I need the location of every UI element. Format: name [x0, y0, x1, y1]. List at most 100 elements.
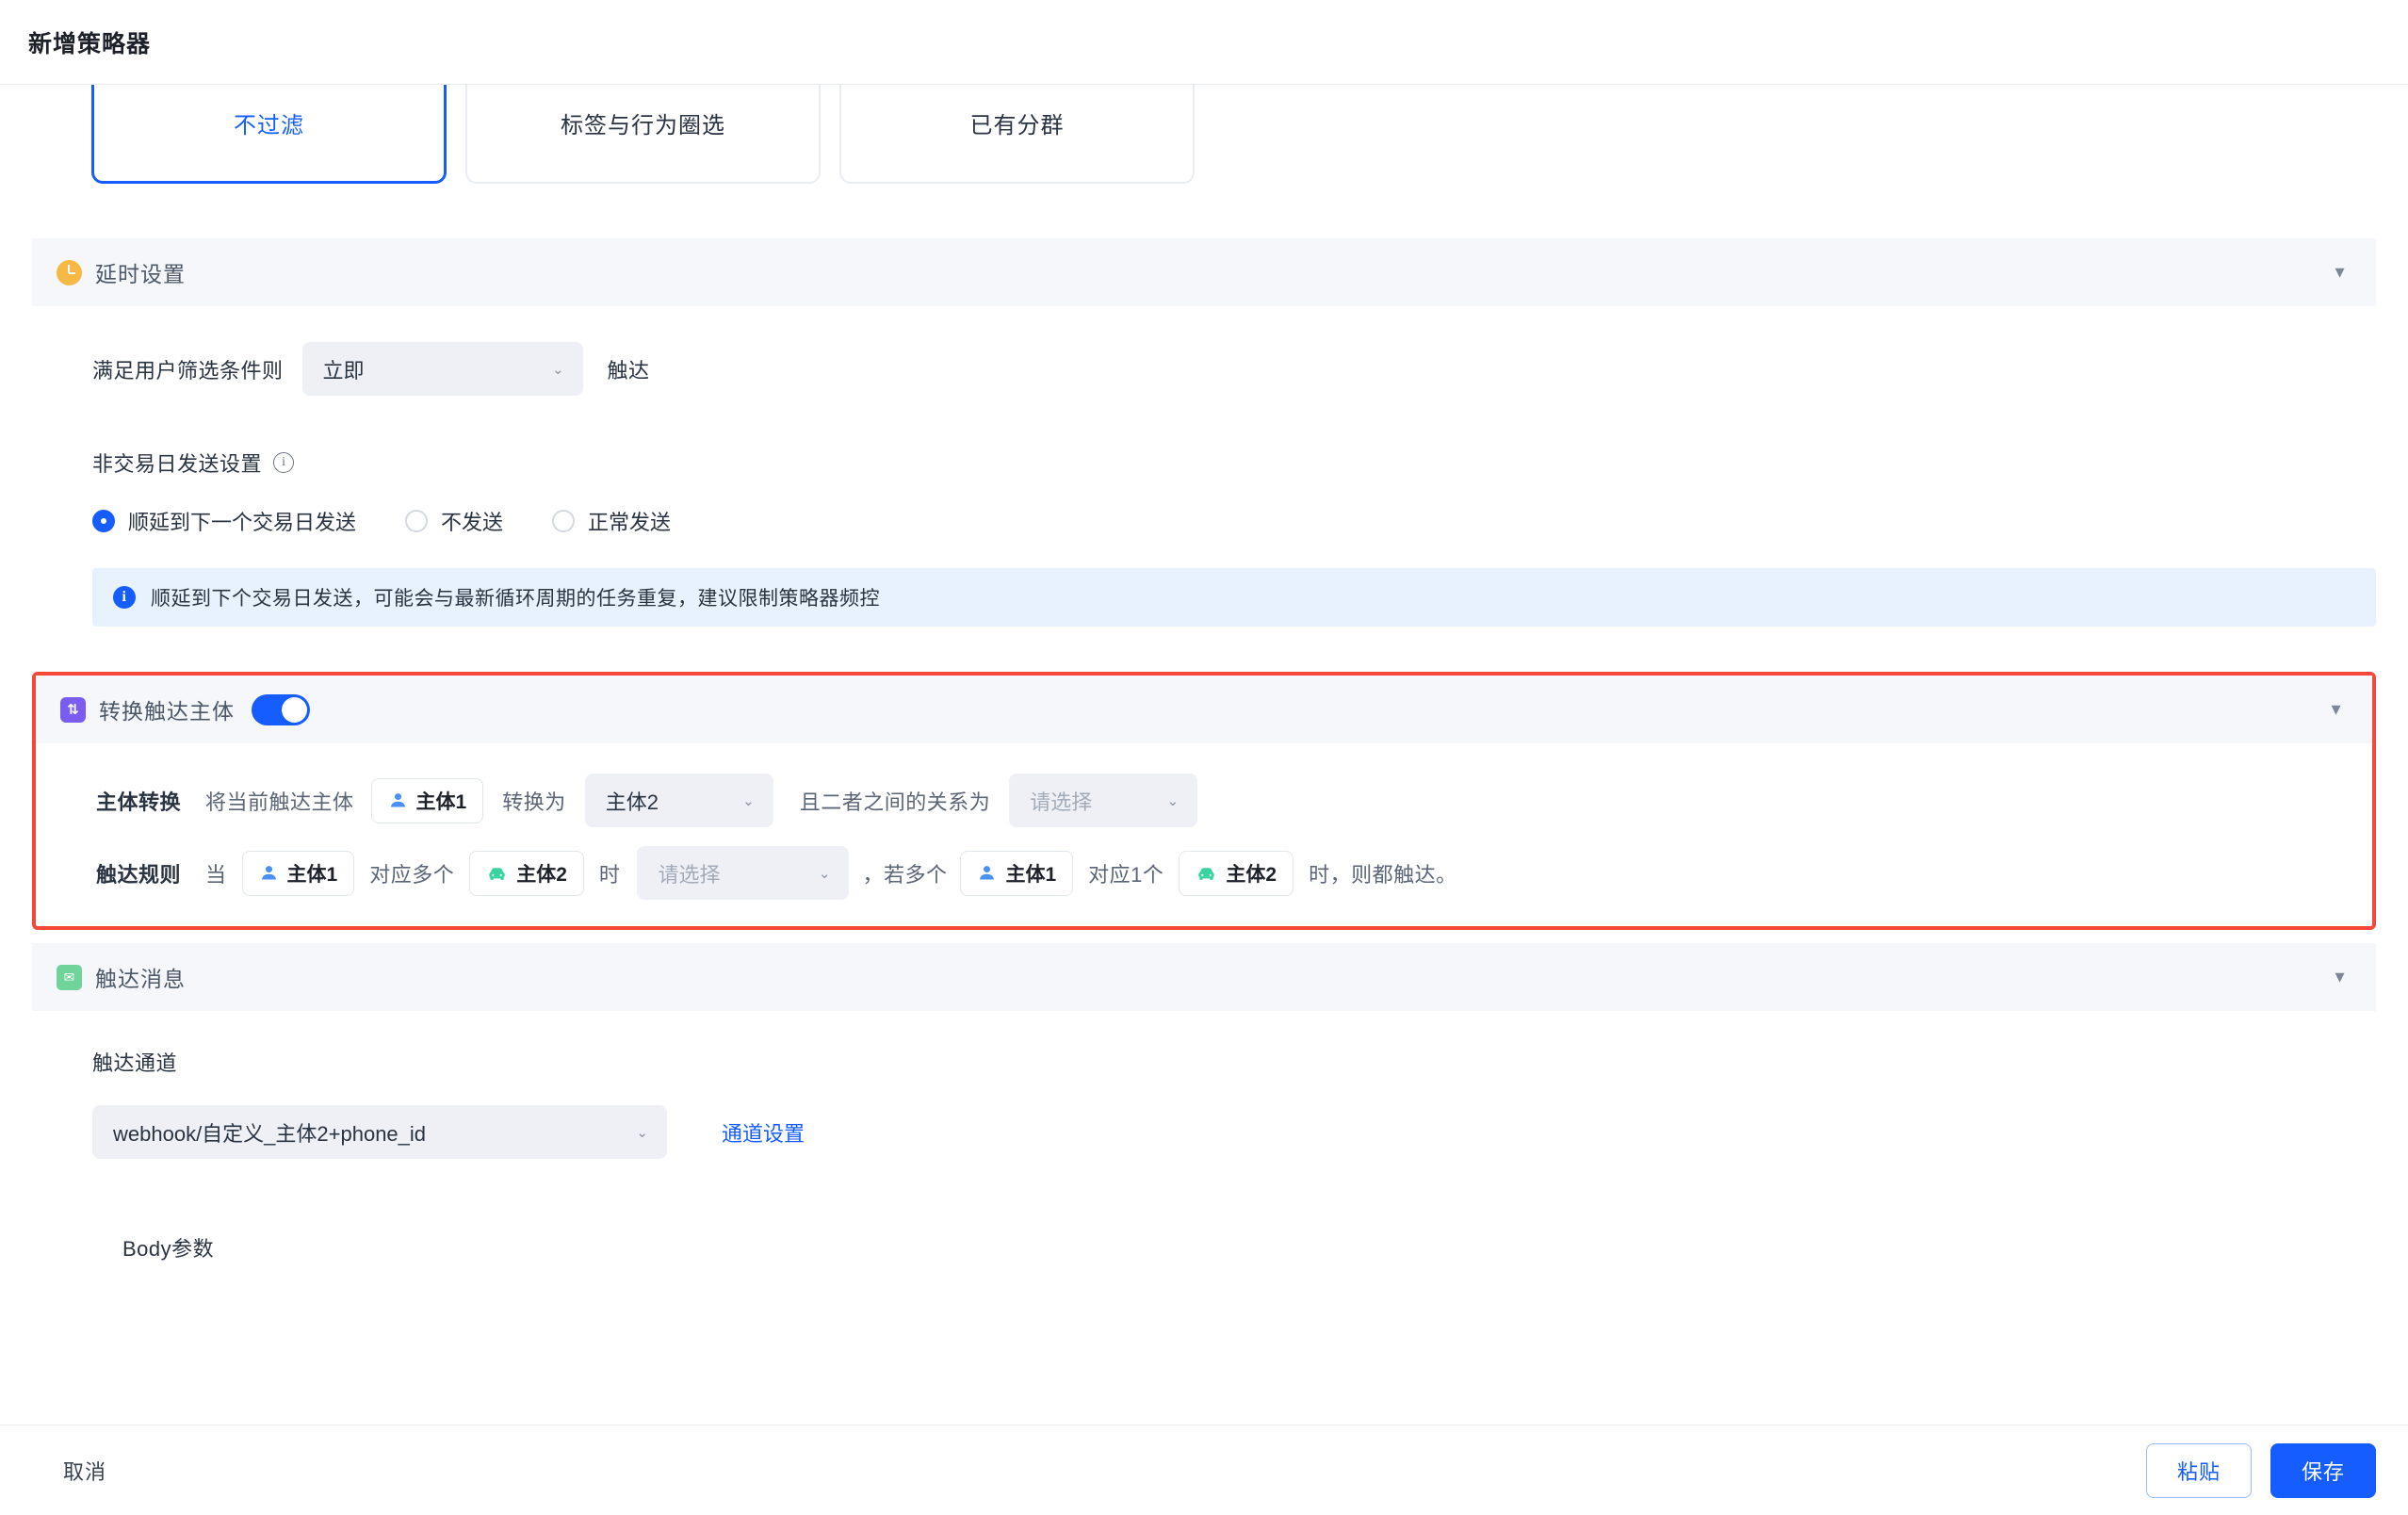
save-button[interactable]: 保存	[2270, 1442, 2376, 1498]
relation-placeholder: 请选择	[1030, 790, 1093, 814]
chip-subject1-rule-a[interactable]: 主体1	[241, 850, 355, 896]
subject-convert-text1: 将当前触达主体	[205, 790, 354, 814]
audience-tab-label: 标签与行为圈选	[561, 112, 725, 138]
page-title: 新增策略器	[28, 30, 152, 57]
trigger-timing-suffix: 触达	[607, 358, 650, 383]
reach-rule-text6: 时，则都触达。	[1309, 862, 1457, 887]
radio-do-not-send[interactable]: 不发送	[405, 506, 503, 536]
relation-select[interactable]: 请选择 ⌄	[1009, 774, 1198, 827]
convert-subject-toggle[interactable]	[252, 693, 310, 725]
reach-rule-placeholder: 请选择	[658, 862, 721, 887]
audience-tab-label: 不过滤	[234, 112, 304, 138]
toggle-knob	[282, 696, 307, 723]
paste-label: 粘贴	[2176, 1459, 2221, 1484]
chip-label: 主体1	[415, 790, 467, 813]
chevron-down-icon: ⌄	[742, 792, 755, 809]
reach-message-title: 触达消息	[95, 967, 186, 991]
convert-target-select[interactable]: 主体2 ⌄	[584, 774, 773, 827]
channel-label-row: 触达通道	[0, 1047, 2408, 1077]
audience-tab-no-filter[interactable]: 不过滤	[91, 85, 447, 184]
clock-icon	[57, 259, 82, 285]
nontrading-info-alert: i 顺延到下个交易日发送，可能会与最新循环周期的任务重复，建议限制策略器频控	[92, 568, 2376, 627]
info-circle-icon[interactable]: i	[273, 452, 295, 473]
chip-label: 主体1	[286, 863, 338, 886]
nontrading-radio-group: 顺延到下一个交易日发送 不发送 正常发送	[0, 506, 2408, 536]
convert-subject-section: ⇅ 转换触达主体 ▼ 主体转换 将当前触达主体 主体1 转换为 主体2 ⌄ 且二…	[36, 676, 2372, 926]
reach-rule-text1: 当	[205, 862, 227, 887]
car-icon	[1198, 868, 1215, 880]
reach-rule-text2: 对应多个	[369, 862, 455, 887]
subject-convert-label: 主体转换	[96, 790, 182, 814]
reach-rule-label: 触达规则	[96, 862, 182, 887]
trigger-timing-select[interactable]: 立即 ⌄	[301, 342, 583, 396]
channel-settings-link[interactable]: 通道设置	[722, 1117, 805, 1148]
paste-button[interactable]: 粘贴	[2146, 1442, 2252, 1498]
chip-subject1-source[interactable]: 主体1	[370, 777, 484, 823]
chevron-down-icon: ⌄	[818, 865, 831, 882]
nontrading-label-row: 非交易日发送设置 i	[0, 448, 2408, 478]
radio-label: 顺延到下一个交易日发送	[128, 511, 357, 534]
audience-tab-tag-behavior[interactable]: 标签与行为圈选	[465, 85, 821, 184]
mail-icon: ✉	[57, 964, 82, 990]
alert-text: 顺延到下个交易日发送，可能会与最新循环周期的任务重复，建议限制策略器频控	[151, 588, 880, 610]
convert-subject-title: 转换触达主体	[99, 699, 235, 724]
trigger-timing-label: 满足用户筛选条件则	[92, 358, 284, 383]
reach-rule-row: 触达规则 当 主体1 对应多个 主体2 时 请选择 ⌄ ，若多个 主体1 对应1…	[36, 846, 2372, 926]
trigger-timing-row: 满足用户筛选条件则 立即 ⌄ 触达	[0, 342, 2408, 396]
body-params-label: Body参数	[122, 1237, 215, 1261]
subject-convert-row: 主体转换 将当前触达主体 主体1 转换为 主体2 ⌄ 且二者之间的关系为 请选择…	[36, 774, 2372, 827]
chip-subject2-rule-b[interactable]: 主体2	[1179, 850, 1294, 896]
audience-tab-existing-group[interactable]: 已有分群	[839, 85, 1195, 184]
person-icon	[980, 866, 995, 880]
person-icon	[261, 866, 276, 880]
chip-subject2-rule-a[interactable]: 主体2	[469, 850, 584, 896]
dialog-footer: 取消 粘贴 保存	[0, 1425, 2408, 1515]
cancel-button[interactable]: 取消	[32, 1442, 138, 1498]
reach-rule-text3: 时	[598, 862, 621, 887]
radio-dot	[405, 510, 429, 532]
chevron-down-icon[interactable]: ▼	[2332, 265, 2348, 281]
reach-rule-text5: 对应1个	[1088, 862, 1164, 887]
save-label: 保存	[2301, 1459, 2345, 1484]
car-icon	[489, 868, 505, 880]
radio-dot	[92, 510, 115, 532]
add-strategy-dialog: 新增策略器 不过滤 标签与行为圈选 已有分群 延时设置 ▼ 满足用户筛选条件则	[0, 0, 2408, 1515]
radio-label: 不发送	[441, 511, 504, 534]
chevron-down-icon: ⌄	[551, 361, 564, 378]
reach-rule-text4: ，若多个	[862, 862, 948, 887]
channel-value: webhook/自定义_主体2+phone_id	[113, 1121, 427, 1146]
delay-settings-title: 延时设置	[95, 262, 186, 286]
convert-subject-header[interactable]: ⇅ 转换触达主体 ▼	[36, 676, 2372, 743]
chip-label: 主体1	[1005, 863, 1057, 886]
convert-target-value: 主体2	[605, 790, 659, 814]
chip-label: 主体2	[516, 863, 567, 886]
audience-tab-label: 已有分群	[969, 112, 1065, 138]
delay-settings-section: 延时设置 ▼	[32, 238, 2376, 306]
dialog-titlebar: 新增策略器	[0, 0, 2408, 85]
chip-subject1-rule-b[interactable]: 主体1	[960, 850, 1074, 896]
chevron-down-icon[interactable]: ▼	[2332, 969, 2348, 986]
dialog-body: 不过滤 标签与行为圈选 已有分群 延时设置 ▼ 满足用户筛选条件则 立即 ⌄ 触…	[0, 85, 2408, 1425]
reach-message-header[interactable]: ✉ 触达消息 ▼	[32, 943, 2376, 1011]
channel-select[interactable]: webhook/自定义_主体2+phone_id ⌄	[92, 1105, 667, 1159]
radio-send-normally[interactable]: 正常发送	[552, 506, 671, 536]
chevron-down-icon: ⌄	[636, 1124, 648, 1141]
radio-postpone-next-trading-day[interactable]: 顺延到下一个交易日发送	[92, 506, 356, 536]
subject-convert-text3: 且二者之间的关系为	[799, 790, 991, 814]
radio-dot	[552, 510, 576, 532]
cancel-label: 取消	[62, 1459, 106, 1484]
chevron-down-icon: ⌄	[1166, 792, 1180, 809]
radio-label: 正常发送	[588, 511, 672, 534]
footer-actions: 粘贴 保存	[2146, 1442, 2376, 1498]
body-params-row: Body参数	[0, 1232, 2408, 1262]
nontrading-label: 非交易日发送设置	[92, 452, 263, 476]
reach-message-section: ✉ 触达消息 ▼	[32, 943, 2376, 1011]
audience-tab-cards: 不过滤 标签与行为圈选 已有分群	[0, 85, 2408, 184]
chevron-down-icon[interactable]: ▼	[2328, 702, 2344, 718]
channel-label: 触达通道	[92, 1051, 178, 1075]
reach-rule-select[interactable]: 请选择 ⌄	[637, 846, 850, 900]
delay-settings-header[interactable]: 延时设置 ▼	[32, 238, 2376, 306]
info-icon: i	[113, 586, 136, 609]
trigger-timing-value: 立即	[322, 358, 365, 383]
subject-convert-text2: 转换为	[502, 790, 566, 814]
